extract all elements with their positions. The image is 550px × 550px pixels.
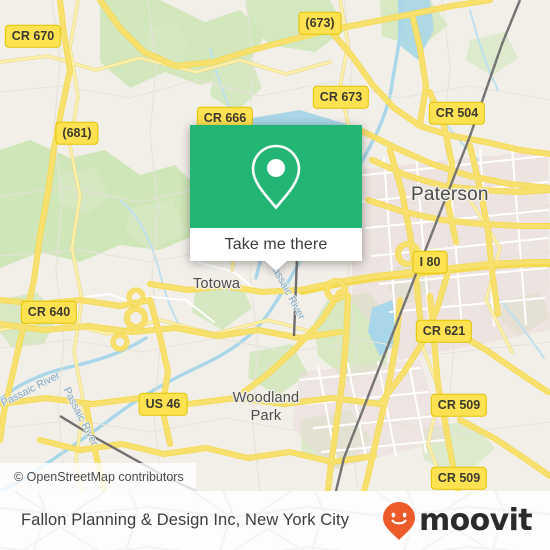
route-shield-cr-509-b[interactable]: CR 509: [430, 466, 488, 490]
take-me-there-button[interactable]: Take me there: [190, 228, 362, 261]
route-shield-i-80[interactable]: I 80: [412, 250, 448, 274]
moovit-logo[interactable]: moovit: [382, 491, 533, 550]
route-shield-cr-509-a[interactable]: CR 509: [430, 393, 488, 417]
location-pin-icon: [251, 144, 301, 210]
callout-image-panel: [190, 125, 362, 228]
route-shield-cr-640[interactable]: CR 640: [20, 300, 78, 324]
route-shield-681[interactable]: (681): [55, 121, 99, 145]
map-canvas[interactable]: .pk { fill:#cfe6b8; } .wd { fill:#d6e8c2…: [0, 0, 550, 491]
route-shield-cr-504[interactable]: CR 504: [428, 101, 486, 125]
moovit-smiley-pin-icon: [382, 501, 415, 540]
moovit-wordmark: moovit: [418, 502, 533, 538]
callout-pointer-tail: [265, 261, 287, 271]
moovit-location-card: .pk { fill:#cfe6b8; } .wd { fill:#d6e8c2…: [0, 0, 550, 550]
route-shield-cr-621[interactable]: CR 621: [415, 319, 473, 343]
map-attribution[interactable]: © OpenStreetMap contributors: [0, 463, 196, 491]
route-shield-us-46[interactable]: US 46: [138, 392, 188, 416]
location-callout-card: Take me there: [190, 125, 362, 271]
footer-bar: Fallon Planning & Design Inc, New York C…: [0, 491, 550, 550]
route-shield-cr-670[interactable]: CR 670: [4, 24, 62, 48]
route-shield-cr-673[interactable]: CR 673: [312, 85, 370, 109]
page-title: Fallon Planning & Design Inc, New York C…: [21, 511, 350, 529]
route-shield-673[interactable]: (673): [298, 11, 342, 35]
